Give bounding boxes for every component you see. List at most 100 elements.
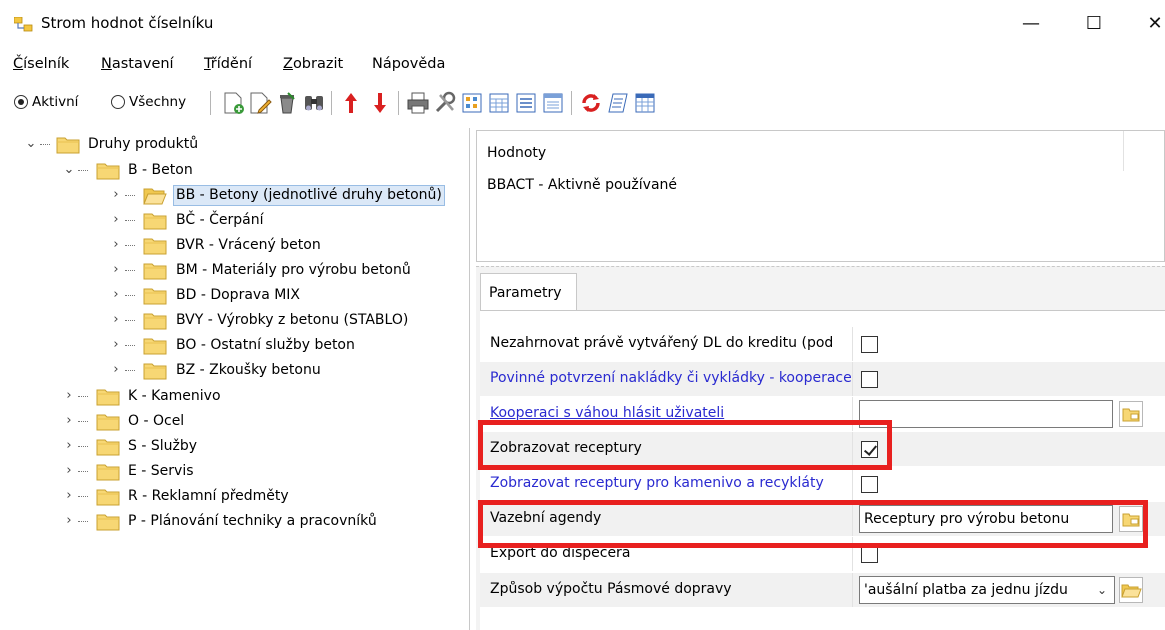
menu-nastaveni[interactable]: Nastavení <box>101 56 174 72</box>
toolbar-separator <box>331 91 332 115</box>
tree-connector <box>125 345 135 346</box>
param-label: Vazební agendy <box>490 510 602 526</box>
folder-icon <box>143 363 167 380</box>
values-column-header[interactable]: Hodnoty <box>487 145 546 161</box>
column-divider <box>852 573 853 607</box>
chevron-down-icon[interactable]: ⌄ <box>62 162 76 178</box>
move-up-icon[interactable] <box>338 90 364 116</box>
find-binoculars-icon[interactable] <box>301 90 327 116</box>
folder-icon <box>96 489 120 506</box>
tree-connector <box>125 270 135 271</box>
radio-all[interactable] <box>111 95 125 109</box>
param-checkbox[interactable] <box>861 371 878 388</box>
close-button[interactable]: ✕ <box>1140 10 1165 38</box>
chevron-down-icon[interactable]: ⌄ <box>24 136 38 152</box>
picker-button[interactable] <box>1119 401 1143 427</box>
tree-connector <box>125 320 135 321</box>
chevron-down-icon[interactable]: ⌄ <box>1090 577 1114 603</box>
param-checkbox-checked[interactable] <box>861 441 878 458</box>
chevron-right-icon[interactable]: › <box>109 187 123 203</box>
values-row[interactable]: BBACT - Aktivně používané <box>487 177 677 193</box>
report-icon[interactable] <box>605 90 631 116</box>
chevron-right-icon[interactable]: › <box>109 337 123 353</box>
move-down-icon[interactable] <box>367 90 393 116</box>
column-divider <box>852 467 853 501</box>
param-select[interactable]: 'aušální platba za jednu jízdu ⌄ <box>859 576 1115 604</box>
tab-parametry[interactable]: Parametry <box>480 273 577 311</box>
chevron-right-icon[interactable]: › <box>62 438 76 454</box>
edit-item-icon[interactable] <box>247 90 273 116</box>
tree-app-icon <box>14 17 33 32</box>
folder-icon <box>143 288 167 305</box>
picker-button[interactable] <box>1119 577 1143 603</box>
new-item-icon[interactable] <box>220 90 246 116</box>
tree-connector <box>125 295 135 296</box>
tree-label: K - Kamenivo <box>128 388 221 404</box>
tree-label-selected: BB - Betony (jednotlivé druhy betonů) <box>173 185 445 206</box>
folder-icon <box>96 514 120 531</box>
tree-connector <box>78 170 88 171</box>
maximize-button[interactable]: ☐ <box>1079 10 1109 38</box>
folder-icon <box>143 263 167 280</box>
param-text-input[interactable] <box>859 400 1113 428</box>
chevron-right-icon[interactable]: › <box>109 362 123 378</box>
chevron-right-icon[interactable]: › <box>62 513 76 529</box>
param-row: Zobrazovat receptury <box>480 432 1165 466</box>
window-title: Strom hodnot číselníku <box>41 14 214 32</box>
menu-zobrazit[interactable]: Zobrazit <box>283 56 343 72</box>
tree-label: B - Beton <box>128 162 193 178</box>
radio-all-label: Všechny <box>129 94 187 110</box>
folder-icon <box>96 439 120 456</box>
chevron-right-icon[interactable]: › <box>62 388 76 404</box>
menu-napoveda[interactable]: Nápověda <box>372 56 445 72</box>
param-label: Způsob výpočtu Pásmové dopravy <box>490 581 732 597</box>
param-label-link[interactable]: Zobrazovat receptury pro kamenivo a recy… <box>490 475 852 491</box>
param-checkbox[interactable] <box>861 546 878 563</box>
minimize-button[interactable]: — <box>1016 10 1046 38</box>
chevron-right-icon[interactable]: › <box>62 488 76 504</box>
folder-icon <box>143 338 167 355</box>
param-label-link[interactable]: Povinné potvrzení nakládky či vykládky -… <box>490 370 852 386</box>
radio-active[interactable] <box>14 95 28 109</box>
refresh-icon[interactable] <box>578 90 604 116</box>
picker-button[interactable] <box>1119 506 1143 532</box>
detail-view-icon[interactable] <box>540 90 566 116</box>
print-icon[interactable] <box>405 90 431 116</box>
param-row: Povinné potvrzení nakládky či vykládky -… <box>480 362 1165 396</box>
param-checkbox[interactable] <box>861 336 878 353</box>
delete-icon[interactable] <box>274 90 300 116</box>
tree-label: O - Ocel <box>128 413 185 429</box>
chevron-right-icon[interactable]: › <box>109 287 123 303</box>
tree-connector <box>78 446 88 447</box>
tree-label: BD - Doprava MIX <box>176 287 301 303</box>
list-view-icon[interactable] <box>513 90 539 116</box>
param-text-input[interactable]: Receptury pro výrobu betonu <box>859 505 1113 533</box>
menu-trideni[interactable]: Třídění <box>204 56 252 72</box>
table-icon[interactable] <box>632 90 658 116</box>
param-label-link[interactable]: Kooperaci s váhou hlásit uživateli <box>490 405 852 421</box>
param-checkbox[interactable] <box>861 476 878 493</box>
columns-view-icon[interactable] <box>486 90 512 116</box>
column-divider <box>852 362 853 396</box>
open-folder-icon <box>143 188 167 205</box>
param-label: Zobrazovat receptury <box>490 440 642 456</box>
menu-ciselnik[interactable]: Číselník <box>13 56 69 72</box>
chevron-right-icon[interactable]: › <box>62 413 76 429</box>
toolbar-separator <box>398 91 399 115</box>
chevron-right-icon[interactable]: › <box>109 312 123 328</box>
tab-strip: Parametry Nezahrnovat právě vytvářený DL… <box>476 266 1165 630</box>
folder-icon <box>96 163 120 180</box>
tree-connector <box>125 195 135 196</box>
chevron-right-icon[interactable]: › <box>62 463 76 479</box>
tools-icon[interactable] <box>432 90 458 116</box>
tree-label: BZ - Zkoušky betonu <box>176 362 321 378</box>
splitter[interactable] <box>469 128 470 630</box>
chevron-right-icon[interactable]: › <box>109 262 123 278</box>
param-row: Nezahrnovat právě vytvářený DL do kredit… <box>480 327 1165 361</box>
select-value: 'aušální platba za jednu jízdu <box>864 582 1068 598</box>
toolbar-separator <box>571 91 572 115</box>
tree-connector <box>125 220 135 221</box>
chevron-right-icon[interactable]: › <box>109 237 123 253</box>
grid-view-icon[interactable] <box>459 90 485 116</box>
chevron-right-icon[interactable]: › <box>109 212 123 228</box>
